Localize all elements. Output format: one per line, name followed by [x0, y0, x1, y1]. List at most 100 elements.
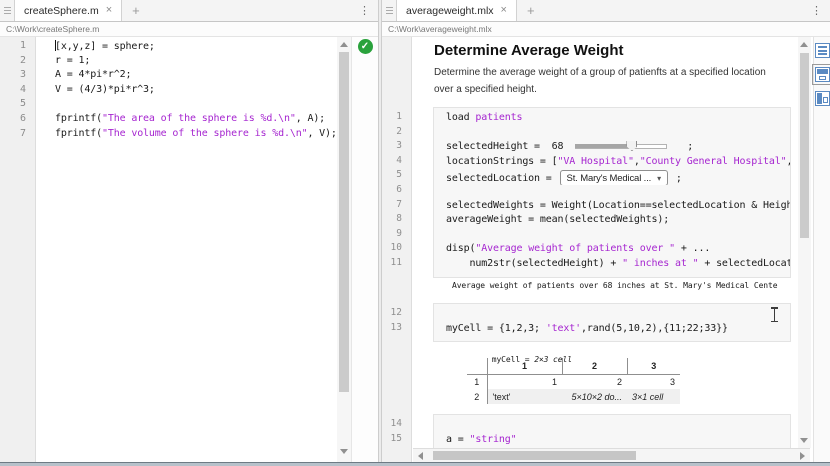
line-number[interactable]: 15 — [382, 433, 412, 448]
mycell-table: 12311232'text'5×10×2 do...3×1 cell — [467, 358, 680, 404]
scroll-right-icon[interactable] — [800, 452, 805, 460]
new-tab-button[interactable]: + — [122, 0, 150, 21]
line-number[interactable]: 11 — [382, 257, 412, 272]
live-script-document[interactable]: Determine Average Weight Determine the a… — [412, 37, 798, 462]
line-number[interactable]: 3 — [0, 69, 35, 84]
code-line[interactable]: selectedWeights = Weight(Location==selec… — [446, 200, 790, 215]
live-editor-body: 1234567891011 1213 1415 Determine Averag… — [382, 37, 830, 462]
height-slider[interactable] — [575, 141, 667, 151]
code-text: ,rand(5,10,2),{11;22;33}} — [581, 323, 728, 334]
code-line[interactable]: fprintf("The area of the sphere is %d.\n… — [36, 113, 337, 128]
code-line[interactable] — [446, 308, 790, 323]
tab-close-icon[interactable]: × — [106, 5, 112, 16]
code-line[interactable]: locationStrings = ["VA Hospital","County… — [446, 156, 790, 171]
table-row-label: 1 — [467, 374, 487, 389]
code-line[interactable] — [36, 98, 337, 113]
tab-averageweight[interactable]: averageweight.mlx × — [396, 0, 517, 21]
code-string: "VA Hospital" — [558, 156, 634, 167]
code-line[interactable]: averageWeight = mean(selectedWeights); — [446, 214, 790, 229]
location-dropdown[interactable]: St. Mary's Medical ...▾ — [560, 170, 668, 185]
line-number[interactable]: 7 — [382, 199, 412, 214]
scroll-up-icon[interactable] — [800, 42, 808, 47]
code-line[interactable]: num2str(selectedHeight) + " inches at " … — [446, 258, 790, 273]
line-number[interactable]: 6 — [0, 113, 35, 128]
left-scrollbar-thumb[interactable] — [339, 52, 349, 392]
line-number[interactable]: 2 — [382, 126, 412, 141]
code-block-1[interactable]: load patients selectedHeight = 68 ;locati… — [433, 107, 791, 278]
code-text: averageWeight = mean(selectedWeights); — [446, 214, 669, 225]
tab-createsphere[interactable]: createSphere.m × — [14, 0, 122, 21]
left-code-area[interactable]: [x,y,z] = sphere;r = 1;A = 4*pi*r^2;V = … — [36, 37, 337, 462]
code-text: num2str(selectedHeight) + — [446, 258, 622, 269]
right-vertical-scrollbar[interactable] — [798, 37, 811, 448]
line-number[interactable]: 3 — [382, 140, 412, 155]
line-number[interactable]: 12 — [382, 307, 412, 322]
left-code-editor[interactable]: 1234567 [x,y,z] = sphere;r = 1;A = 4*pi*… — [0, 37, 378, 462]
code-line[interactable]: fprintf("The volume of the sphere is %d.… — [36, 128, 337, 143]
tab-label: averageweight.mlx — [406, 5, 494, 17]
output-inline-icon[interactable] — [815, 67, 830, 82]
scroll-down-icon[interactable] — [800, 438, 808, 443]
code-text: selectedWeights = Weight(Location==selec… — [446, 200, 790, 211]
tab-actions-menu-icon[interactable]: ⋮ — [351, 0, 378, 21]
left-line-number-gutter[interactable]: 1234567 — [0, 37, 36, 462]
line-number[interactable]: 13 — [382, 322, 412, 337]
section-title[interactable]: Determine Average Weight — [434, 42, 624, 59]
tab-close-icon[interactable]: × — [501, 5, 507, 16]
horizontal-scrollbar-thumb[interactable] — [433, 451, 636, 460]
code-line[interactable]: [x,y,z] = sphere; — [36, 40, 337, 55]
code-line[interactable]: A = 4*pi*r^2; — [36, 69, 337, 84]
right-scrollbar-thumb[interactable] — [800, 53, 809, 238]
new-tab-button[interactable]: + — [517, 0, 545, 21]
line-number[interactable]: 4 — [382, 155, 412, 170]
code-line[interactable] — [446, 185, 790, 200]
code-line[interactable]: myCell = {1,2,3; 'text',rand(5,10,2),{11… — [446, 323, 790, 338]
horizontal-scrollbar[interactable] — [413, 448, 810, 462]
code-line[interactable]: a = "string" — [446, 434, 790, 449]
code-line[interactable]: selectedLocation = St. Mary's Medical ..… — [446, 170, 790, 185]
right-line-number-gutter[interactable]: 1234567891011 1213 1415 — [382, 37, 412, 462]
code-line[interactable]: r = 1; — [36, 55, 337, 70]
section-description[interactable]: Determine the average weight of a group … — [434, 64, 766, 98]
code-string: "The volume of the sphere is %d.\n" — [102, 128, 307, 139]
line-number[interactable]: 6 — [382, 184, 412, 199]
line-number[interactable]: 9 — [382, 228, 412, 243]
code-text: load — [446, 112, 475, 123]
code-text: , A); — [296, 113, 325, 124]
code-line[interactable]: selectedHeight = 68 ; — [446, 141, 790, 156]
line-number[interactable]: 5 — [0, 98, 35, 113]
scroll-left-icon[interactable] — [418, 452, 423, 460]
scroll-down-icon[interactable] — [340, 449, 348, 454]
line-number[interactable]: 1 — [382, 111, 412, 126]
line-number[interactable]: 1 — [0, 40, 35, 55]
line-number[interactable]: 5 — [382, 169, 412, 184]
code-line[interactable] — [446, 419, 790, 434]
code-string: 'text' — [546, 323, 581, 334]
line-number[interactable]: 8 — [382, 213, 412, 228]
line-number[interactable]: 4 — [0, 84, 35, 99]
outline-panel-icon[interactable] — [815, 43, 830, 58]
code-line[interactable]: V = (4/3)*pi*r^3; — [36, 84, 337, 99]
line-number[interactable]: 7 — [0, 128, 35, 143]
left-file-path: C:\Work\createSphere.m — [0, 22, 378, 37]
description-line: Determine the average weight of a group … — [434, 64, 766, 81]
code-block-2[interactable]: myCell = {1,2,3; 'text',rand(5,10,2),{11… — [433, 303, 791, 342]
line-number[interactable]: 10 — [382, 242, 412, 257]
output-on-right-icon[interactable] — [815, 91, 830, 106]
document-grip-icon[interactable] — [0, 0, 14, 21]
tab-actions-menu-icon[interactable]: ⋮ — [803, 0, 830, 21]
left-vertical-scrollbar[interactable] — [337, 37, 351, 462]
code-line[interactable] — [446, 229, 790, 244]
table-column-header: 1 — [487, 358, 562, 374]
line-number[interactable]: 2 — [0, 55, 35, 70]
code-line[interactable]: load patients — [446, 112, 790, 127]
scroll-up-icon[interactable] — [340, 42, 348, 47]
code-line[interactable]: disp("Average weight of patients over " … — [446, 243, 790, 258]
code-text: V = (4/3)*pi*r^3; — [55, 84, 155, 95]
table-corner-cell — [467, 358, 487, 374]
slider-thumb[interactable] — [626, 141, 637, 151]
code-line[interactable] — [446, 127, 790, 142]
table-cell: 5×10×2 do... — [562, 389, 627, 404]
line-number[interactable]: 14 — [382, 418, 412, 433]
document-grip-icon[interactable] — [382, 0, 396, 21]
